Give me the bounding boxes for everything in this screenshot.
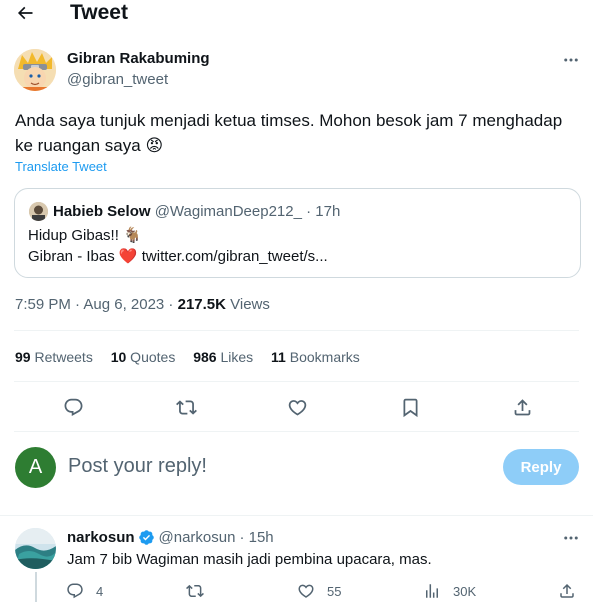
- quoted-author-avatar: [29, 202, 48, 221]
- bookmarks-label: Bookmarks: [285, 349, 360, 365]
- reply-button[interactable]: [58, 393, 88, 421]
- like-icon: [288, 399, 306, 416]
- retweet-icon: [175, 399, 197, 415]
- retweet-button[interactable]: [171, 393, 201, 421]
- angry-emoji: 😡: [145, 136, 164, 155]
- retweets-stat[interactable]: 99 Retweets: [15, 349, 93, 365]
- quoted-header: Habieb Selow @WagimanDeep212_ · 17h: [53, 203, 340, 220]
- reply-input[interactable]: Post your reply!: [68, 455, 488, 483]
- author-avatar[interactable]: [14, 49, 56, 91]
- reply-header: narkosun @narkosun · 15h: [67, 529, 274, 546]
- page-title: Tweet: [70, 1, 128, 24]
- quoted-time: · 17h: [306, 203, 341, 220]
- views-label: Views: [225, 296, 270, 313]
- author-name[interactable]: Gibran Rakabuming: [67, 50, 210, 67]
- share-icon: [514, 398, 530, 415]
- reply-more-button[interactable]: [556, 529, 586, 547]
- tweet-stats: 99 Retweets 10 Quotes 986 Likes 11 Bookm…: [15, 349, 360, 365]
- heart-emoji: ❤️: [118, 248, 138, 265]
- reply-share-action[interactable]: [558, 582, 576, 600]
- tweet-text-line2: ke ruangan saya: [15, 136, 141, 155]
- divider-stats: [14, 381, 579, 382]
- reply-time: · 15h: [239, 529, 274, 546]
- thread-line: [35, 572, 37, 602]
- quoted-tweet-card[interactable]: Habieb Selow @WagimanDeep212_ · 17h Hidu…: [14, 188, 581, 278]
- reply-icon: [64, 398, 82, 416]
- verified-badge-icon: [138, 530, 154, 545]
- bookmarks-count: 11: [271, 349, 286, 365]
- quoted-author-name: Habieb Selow: [53, 203, 151, 220]
- quotes-label: Quotes: [126, 349, 176, 365]
- tweet-text-line1: Anda saya tunjuk menjadi ketua timses. M…: [15, 111, 563, 130]
- share-button[interactable]: [507, 393, 537, 421]
- tweet-text-line2-wrap: ke ruangan saya 😡: [15, 133, 590, 158]
- retweets-label: Retweets: [30, 349, 93, 365]
- reply-reply-action[interactable]: 4: [66, 582, 103, 600]
- bookmark-icon: [403, 398, 417, 417]
- reply-text: Jam 7 bib Wagiman masih jadi pembina upa…: [67, 551, 432, 568]
- translate-tweet-link[interactable]: Translate Tweet: [15, 159, 107, 174]
- reply-author-name[interactable]: narkosun: [67, 529, 135, 546]
- more-options-button[interactable]: [556, 50, 586, 70]
- like-icon: [298, 584, 314, 598]
- tweet-text: Anda saya tunjuk menjadi ketua timses. M…: [15, 108, 590, 158]
- bookmarks-stat[interactable]: 11 Bookmarks: [271, 349, 360, 365]
- reply-author-avatar[interactable]: [15, 528, 56, 569]
- quoted-author-handle: @WagimanDeep212_: [154, 203, 302, 220]
- divider-composer: [0, 515, 593, 516]
- quoted-line2-prefix: Gibran - Ibas: [28, 248, 115, 265]
- reply-views-count: 30K: [453, 583, 477, 599]
- reply-icon: [67, 583, 83, 599]
- reply-submit-button[interactable]: Reply: [503, 449, 579, 485]
- likes-stat[interactable]: 986 Likes: [193, 349, 253, 365]
- quotes-count: 10: [110, 349, 127, 365]
- reply-author-handle[interactable]: @narkosun: [159, 529, 236, 546]
- likes-count: 986: [193, 349, 217, 365]
- reply-views-action[interactable]: 30K: [423, 582, 476, 600]
- reply-likes-count: 55: [327, 583, 342, 599]
- quoted-text-line1: Hidup Gibas!! 🐐: [28, 227, 142, 244]
- retweets-count: 99: [15, 349, 31, 365]
- avatar-landscape-icon: [15, 528, 56, 569]
- share-icon: [560, 583, 574, 598]
- divider-actions: [14, 431, 579, 432]
- quotes-stat[interactable]: 10 Quotes: [111, 349, 176, 365]
- views-icon: [426, 584, 438, 598]
- views-count: 217.5K: [177, 296, 226, 313]
- retweet-icon: [186, 584, 204, 598]
- reply-retweet-action[interactable]: [186, 582, 204, 600]
- quoted-text-line2: Gibran - Ibas ❤️ twitter.com/gibran_twee…: [28, 247, 328, 265]
- reply-submit-label: Reply: [520, 458, 562, 476]
- composer-avatar-letter: A: [28, 456, 43, 478]
- divider-meta: [14, 330, 579, 331]
- reply-like-action[interactable]: 55: [297, 582, 341, 600]
- like-button[interactable]: [282, 393, 312, 421]
- tweet-meta: 7:59 PM · Aug 6, 2023 · 217.5K Views: [15, 296, 270, 313]
- author-handle[interactable]: @gibran_tweet: [67, 71, 168, 88]
- arrow-left-icon: [17, 6, 33, 20]
- tweet-timestamp[interactable]: 7:59 PM · Aug 6, 2023 ·: [15, 296, 178, 313]
- back-button[interactable]: [10, 0, 40, 26]
- quoted-avatar-icon: [29, 202, 48, 221]
- reply-reply-count: 4: [96, 583, 104, 599]
- composer-avatar[interactable]: A: [15, 447, 56, 488]
- likes-label: Likes: [216, 349, 254, 365]
- quoted-link: twitter.com/gibran_tweet/s...: [141, 248, 328, 265]
- more-horizontal-icon: [564, 536, 578, 540]
- more-horizontal-icon: [564, 58, 578, 62]
- bookmark-button[interactable]: [395, 393, 425, 421]
- avatar-naruto-icon: [14, 49, 56, 91]
